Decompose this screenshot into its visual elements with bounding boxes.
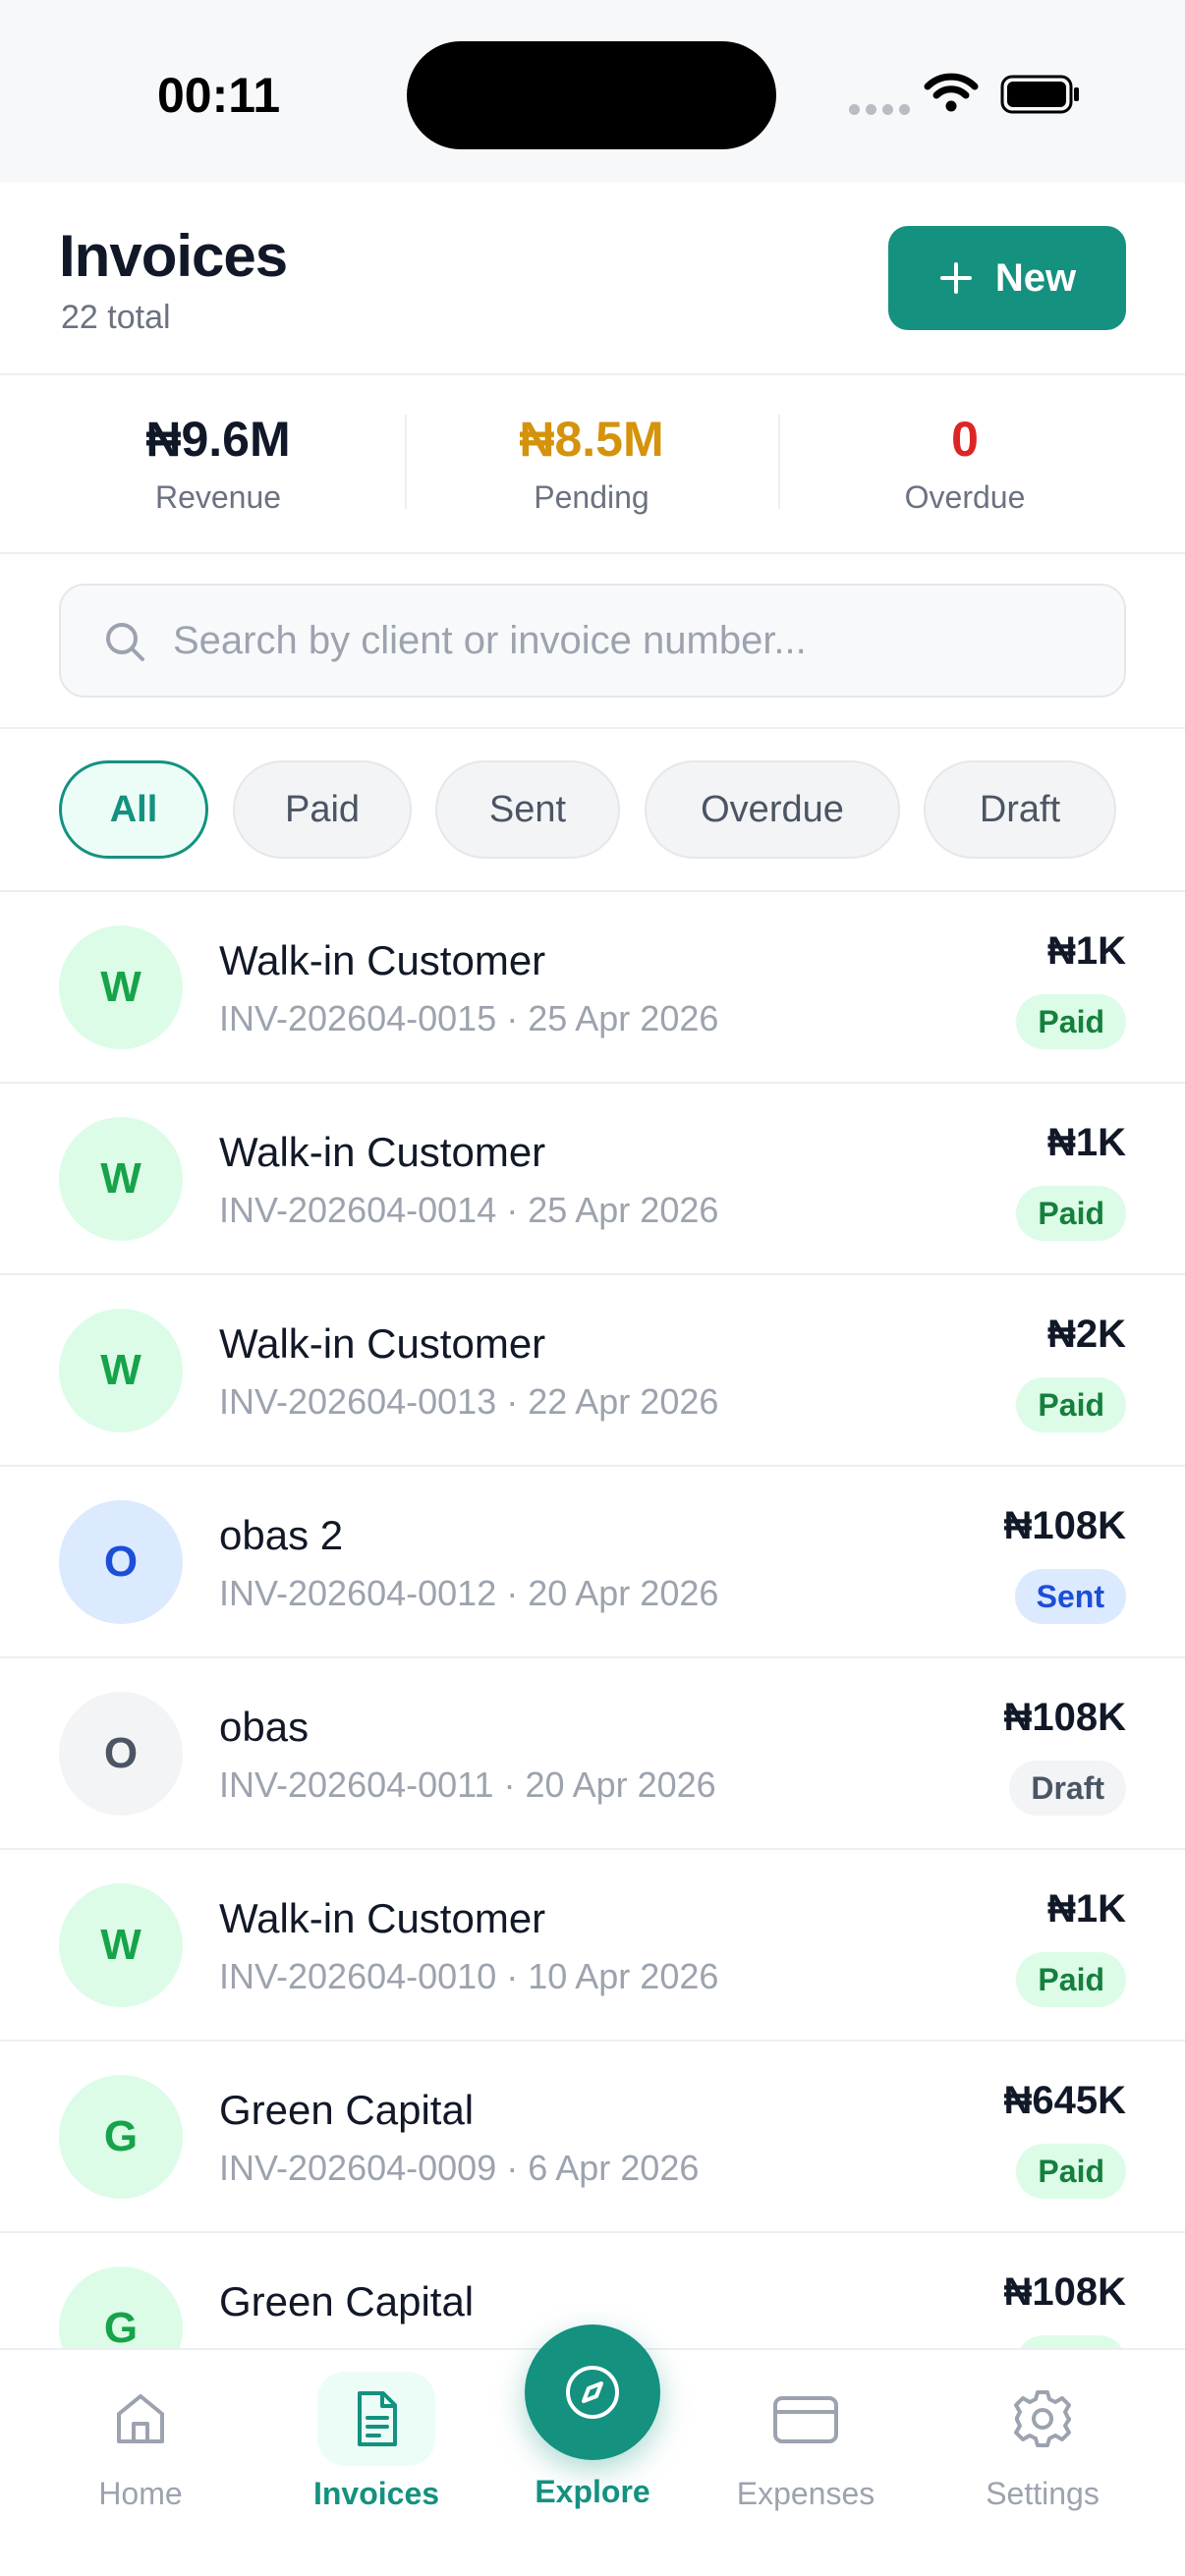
- compass-icon: [566, 2366, 619, 2419]
- nav-item-settings[interactable]: Settings: [934, 2350, 1151, 2576]
- page-header: Invoices 22 total New: [0, 183, 1185, 375]
- nav-label: Invoices: [312, 2476, 440, 2511]
- client-name: obas 2: [219, 1512, 344, 1558]
- filter-chip-all[interactable]: All: [59, 760, 208, 859]
- status-badge: Draft: [1009, 1761, 1126, 1816]
- status-filter-chips: All Paid Sent Overdue Draft: [0, 729, 1185, 892]
- stat-label: Revenue: [154, 479, 282, 515]
- invoice-count: 22 total: [61, 299, 171, 336]
- status-badge: Paid: [1016, 1186, 1126, 1241]
- stat-pending: ₦8.5M Pending: [405, 375, 778, 554]
- invoice-row[interactable]: G Green Capital INV-202604-0009 · 6 Apr …: [0, 2042, 1185, 2233]
- nav-item-invoices[interactable]: Invoices: [268, 2350, 484, 2576]
- nav-icon-wrap: [747, 2372, 865, 2466]
- new-button-label: New: [994, 255, 1077, 300]
- nav-label: Home: [98, 2476, 183, 2511]
- avatar: G: [59, 2075, 183, 2199]
- stat-revenue: ₦9.6M Revenue: [31, 375, 405, 554]
- explore-button[interactable]: [525, 2324, 660, 2460]
- client-name: Walk-in Customer: [219, 1895, 546, 1941]
- battery-icon: [1000, 75, 1079, 114]
- nav-item-expenses[interactable]: Expenses: [698, 2350, 914, 2576]
- invoice-number-date: INV-202604-0011 · 20 Apr 2026: [219, 1764, 716, 1805]
- invoice-row[interactable]: W Walk-in Customer INV-202604-0010 · 10 …: [0, 1850, 1185, 2042]
- filter-chip-draft[interactable]: Draft: [924, 760, 1116, 859]
- avatar: W: [59, 1309, 183, 1432]
- invoice-amount: ₦108K: [1003, 1504, 1126, 1547]
- stat-label: Overdue: [904, 479, 1026, 515]
- nav-item-home[interactable]: Home: [32, 2350, 249, 2576]
- filter-chip-sent[interactable]: Sent: [435, 760, 620, 859]
- stat-overdue: 0 Overdue: [778, 375, 1152, 554]
- card-icon: [773, 2396, 838, 2443]
- nav-icon-wrap: [82, 2372, 199, 2466]
- filter-chip-paid[interactable]: Paid: [233, 760, 412, 859]
- status-badge: Paid: [1016, 2144, 1126, 2199]
- search-icon: [106, 623, 144, 661]
- invoice-number-date: INV-202604-0014 · 25 Apr 2026: [219, 1190, 719, 1230]
- invoice-number-date: INV-202604-0012 · 20 Apr 2026: [219, 1573, 719, 1613]
- invoice-amount: ₦1K: [1046, 1887, 1126, 1931]
- plus-icon: [939, 262, 972, 294]
- invoice-amount: ₦108K: [1003, 1696, 1126, 1739]
- client-name: Green Capital: [219, 2278, 475, 2324]
- avatar: W: [59, 1117, 183, 1241]
- invoice-amount: ₦108K: [1003, 2270, 1126, 2314]
- status-badge: Paid: [1016, 1952, 1126, 2007]
- invoice-amount: ₦645K: [1003, 2079, 1126, 2122]
- status-bar: 00:11: [0, 0, 1185, 183]
- search-box[interactable]: [59, 584, 1126, 698]
- stat-value: ₦9.6M: [145, 412, 291, 467]
- stats-summary: ₦9.6M Revenue ₦8.5M Pending 0 Overdue: [0, 375, 1185, 554]
- cellular-signal-icon: [849, 104, 910, 115]
- invoice-row[interactable]: W Walk-in Customer INV-202604-0014 · 25 …: [0, 1084, 1185, 1275]
- stat-value: 0: [951, 412, 979, 467]
- invoice-row[interactable]: O obas 2 INV-202604-0012 · 20 Apr 2026 ₦…: [0, 1467, 1185, 1658]
- client-name: obas: [219, 1704, 310, 1750]
- status-badge: Paid: [1016, 994, 1126, 1049]
- home-icon: [117, 2394, 164, 2443]
- status-badge: Sent: [1014, 1569, 1126, 1624]
- avatar: O: [59, 1692, 183, 1816]
- avatar: W: [59, 925, 183, 1049]
- client-name: Walk-in Customer: [219, 1320, 546, 1367]
- stat-label: Pending: [534, 479, 649, 515]
- invoice-row[interactable]: O obas INV-202604-0011 · 20 Apr 2026 ₦10…: [0, 1658, 1185, 1850]
- invoice-row[interactable]: W Walk-in Customer INV-202604-0015 · 25 …: [0, 892, 1185, 1084]
- wifi-icon: [924, 73, 979, 112]
- invoice-number-date: INV-202604-0015 · 25 Apr 2026: [219, 998, 719, 1038]
- invoice-number-date: INV-202604-0013 · 22 Apr 2026: [219, 1381, 719, 1422]
- avatar: O: [59, 1500, 183, 1624]
- client-name: Walk-in Customer: [219, 937, 546, 983]
- status-time: 00:11: [157, 68, 281, 123]
- invoice-amount: ₦1K: [1046, 1121, 1126, 1164]
- client-name: Green Capital: [219, 2087, 475, 2133]
- status-badge: Paid: [1016, 1377, 1126, 1432]
- nav-label: Settings: [986, 2476, 1100, 2511]
- nav-label: Expenses: [736, 2476, 875, 2511]
- filter-chip-overdue[interactable]: Overdue: [645, 760, 900, 859]
- stat-value: ₦8.5M: [519, 412, 664, 467]
- nav-icon-wrap: [317, 2372, 435, 2466]
- invoice-row[interactable]: W Walk-in Customer INV-202604-0013 · 22 …: [0, 1275, 1185, 1467]
- explore-label: Explore: [535, 2474, 650, 2509]
- search-input[interactable]: [173, 603, 1097, 678]
- search-section: [0, 554, 1185, 729]
- avatar: W: [59, 1883, 183, 2007]
- new-invoice-button[interactable]: New: [888, 226, 1126, 330]
- gear-icon: [1014, 2390, 1071, 2447]
- page-title: Invoices: [59, 223, 288, 289]
- client-name: Walk-in Customer: [219, 1129, 546, 1175]
- invoice-amount: ₦1K: [1046, 929, 1126, 973]
- nav-icon-wrap: [984, 2372, 1101, 2466]
- invoice-amount: ₦2K: [1046, 1313, 1126, 1356]
- invoice-number-date: INV-202604-0009 · 6 Apr 2026: [219, 2148, 700, 2188]
- dynamic-island: [407, 41, 776, 149]
- invoice-number-date: INV-202604-0010 · 10 Apr 2026: [219, 1956, 719, 1996]
- invoice-icon: [358, 2391, 397, 2446]
